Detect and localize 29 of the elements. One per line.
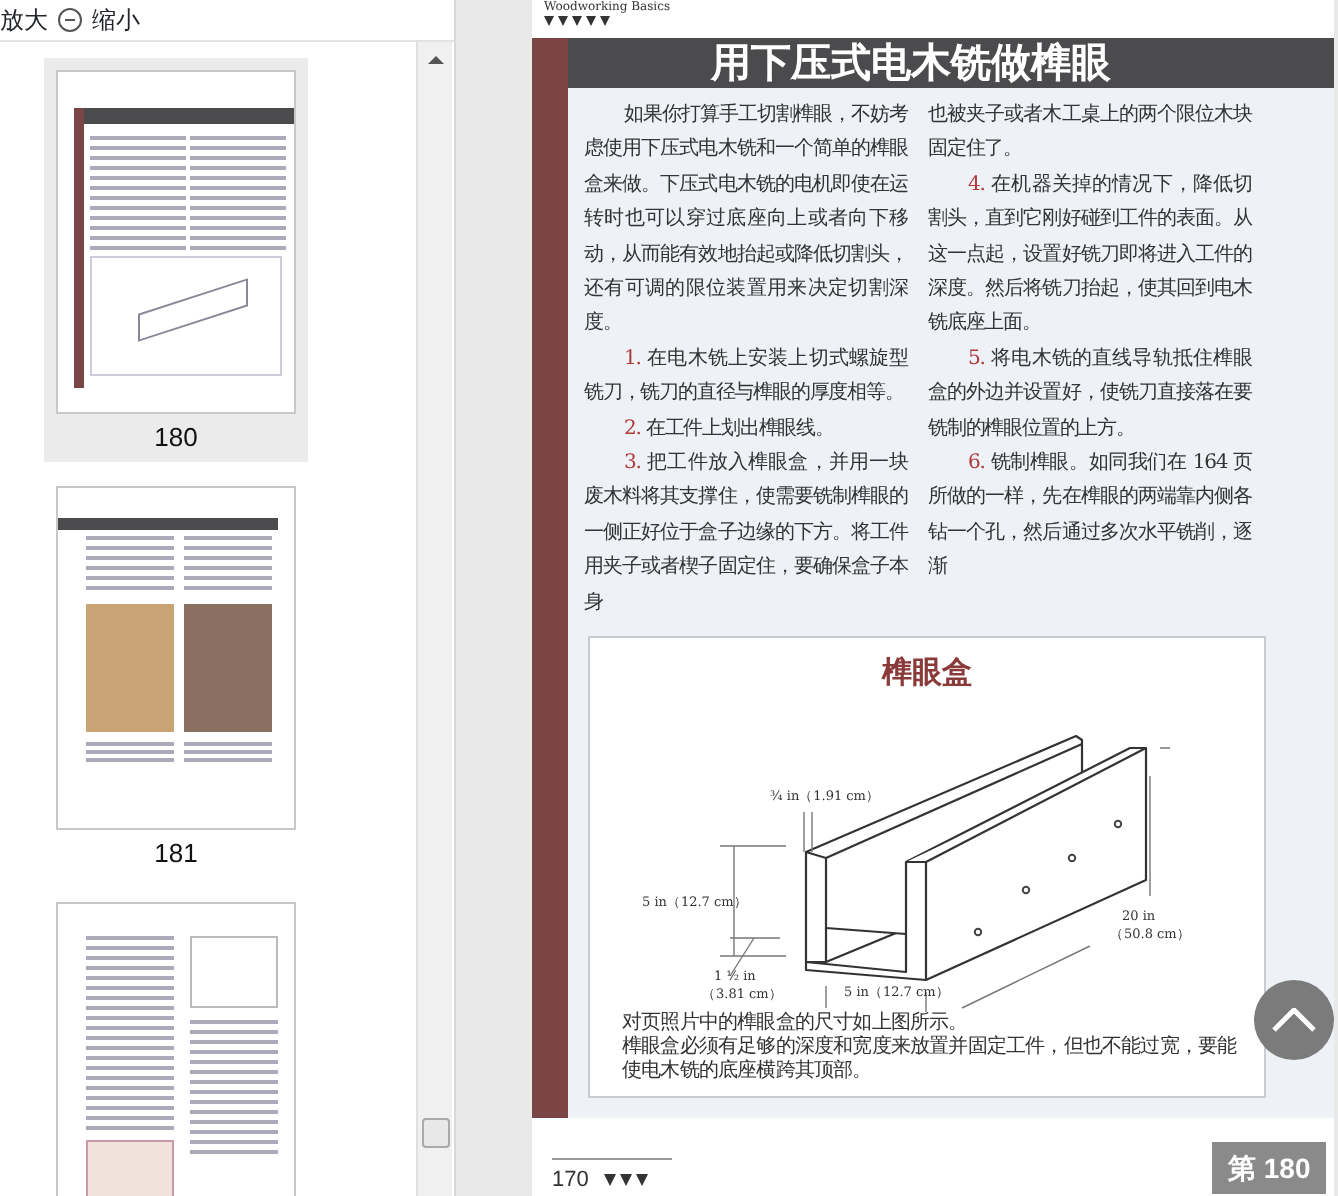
hole-marks-icon: [973, 818, 1123, 936]
step-paragraph: 2. 在工件上划出榫眼线。: [622, 415, 836, 444]
figure-title: 榫眼盒: [879, 652, 974, 694]
paragraph: 如果你打算手工切割榫眼，不妨考虑使用下压式电木铣和一个简单的榫眼盒来做。下压式电木铣的电机即使在运转时也可以穿过底座向上或者向下移动，从而能有效地抬起或降低切割头，还有可调的限位装置用来决定切割深度。: [584, 101, 908, 339]
chevron-up-icon: [1272, 1007, 1316, 1032]
step-paragraph: 6. 铣制榫眼。如同我们在 164 页所做的一样，先在榫眼的两端靠内侧各钻一个孔，然后通过多次水平铣削，逐渐: [928, 449, 1252, 583]
figure-caption: 榫眼盒必须有足够的深度和宽度来放置并固定工件，但也不能过宽，要能使电木铣的底座横跨其顶部。: [620, 1035, 1239, 1083]
page-number: 180: [152, 420, 200, 454]
step-paragraph: 1. 在电木铣上安装上切式螺旋型铣刀，铣刀的直径与榫眼的厚度相等。: [584, 345, 908, 409]
zoom-out-icon: [56, 6, 84, 34]
figure-caption: 对页照片中的榫眼盒的尺寸如上图所示。: [620, 1011, 970, 1035]
page-thumbnail[interactable]: [56, 70, 296, 414]
zoom-out-button[interactable]: 缩小: [56, 0, 140, 40]
step-paragraph: 5. 将电木铣的直线导轨抵住榫眼盒的外边并设置好，使铣刀直接落在要铣制的榫眼位置的上方。: [928, 345, 1252, 444]
page-thumbnail[interactable]: [56, 902, 296, 1196]
scroll-up-arrow-icon[interactable]: [426, 54, 446, 66]
page-thumbnail[interactable]: [56, 486, 296, 830]
step-paragraph: 3. 把工件放入榫眼盒，并用一块废木料将其支撑住，使需要铣制榫眼的一侧正好位于盒子边缘的下方。将工件用夹子或者楔子固定住，要确保盒子本身: [584, 449, 908, 618]
triangle-marks-icon: [604, 1173, 649, 1186]
page-indicator: 第 180: [1212, 1142, 1327, 1194]
triangle-marks-icon: [544, 16, 612, 29]
scrollbar-thumb[interactable]: [422, 1118, 450, 1148]
page-title: 用下压式电木铣做榫眼: [568, 37, 1334, 88]
paragraph: 也被夹子或者木工桌上的两个限位木块固定住了。: [928, 101, 1252, 165]
scrollbar[interactable]: [416, 42, 452, 1196]
page-number: 181: [152, 836, 200, 870]
zoom-in-button[interactable]: 放大: [0, 0, 48, 40]
step-paragraph: 4. 在机器关掉的情况下，降低切割头，直到它刚好碰到工件的表面。从这一点起，设置好铣刀即将进入工件的深度。然后将铣刀抬起，使其回到电木铣底座上面。: [928, 171, 1252, 339]
page-number: 170: [552, 1165, 589, 1195]
